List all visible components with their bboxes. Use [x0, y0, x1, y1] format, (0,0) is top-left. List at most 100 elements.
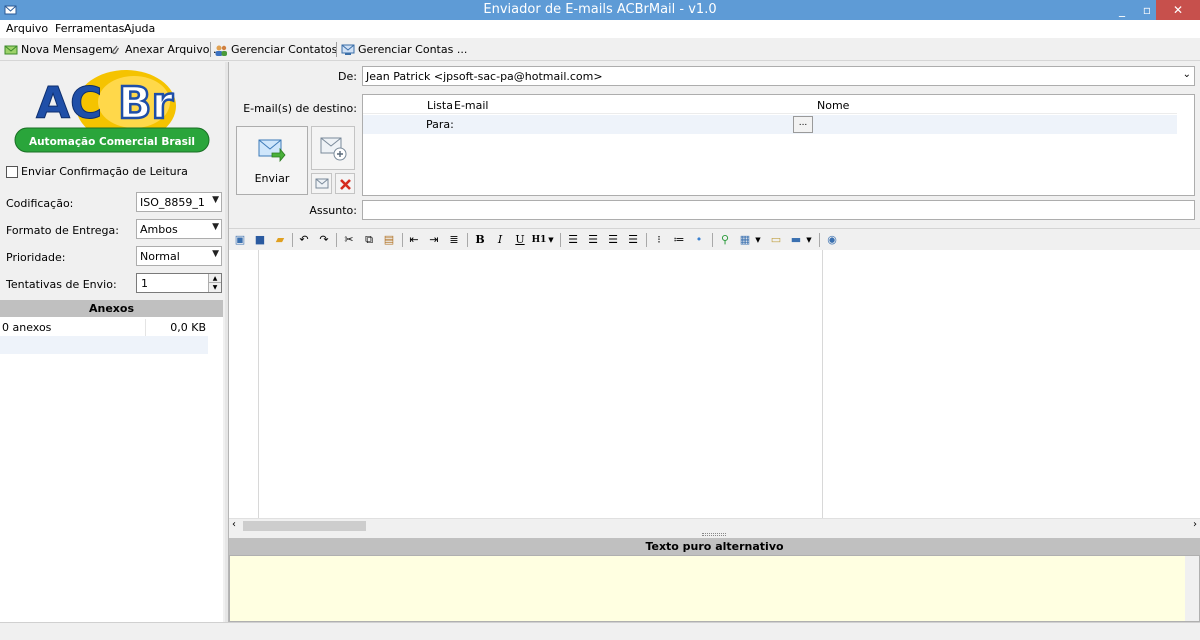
- subject-label: Assunto:: [309, 204, 357, 217]
- read-receipt-checkbox[interactable]: Enviar Confirmação de Leitura: [6, 165, 188, 178]
- link-icon[interactable]: ⚲: [718, 233, 732, 247]
- plain-text-header: Texto puro alternativo: [229, 538, 1200, 555]
- manage-contacts-button[interactable]: Gerenciar Contatos ...: [214, 41, 351, 58]
- align-center-icon[interactable]: ☰: [586, 233, 600, 247]
- cut-icon[interactable]: ✂: [342, 233, 356, 247]
- attempts-spinner[interactable]: 1 ▲ ▼: [136, 273, 222, 293]
- send-button[interactable]: Enviar: [236, 126, 308, 195]
- send-label: Enviar: [254, 172, 290, 185]
- priority-select[interactable]: Normal ▼: [136, 246, 222, 266]
- undo-icon[interactable]: ↶: [297, 233, 311, 247]
- attachments-list[interactable]: 0 anexos 0,0 KB: [0, 317, 223, 622]
- paperclip-icon: [112, 45, 120, 54]
- priority-value: Normal: [140, 250, 180, 263]
- numbered-list-icon[interactable]: ≔: [672, 233, 686, 247]
- scroll-right-icon[interactable]: ›: [1193, 519, 1197, 530]
- image-icon[interactable]: ▭: [769, 233, 783, 247]
- priority-label: Prioridade:: [6, 251, 66, 264]
- copy-icon[interactable]: ⧉: [362, 233, 376, 247]
- from-select[interactable]: Jean Patrick <jpsoft-sac-pa@hotmail.com>…: [362, 66, 1195, 86]
- editor-gutter: [258, 250, 259, 518]
- title-bar: Enviador de E-mails ACBrMail - v1.0 _ ▫ …: [0, 0, 1200, 20]
- italic-button[interactable]: I: [493, 233, 507, 247]
- new-message-button[interactable]: Nova Mensagem: [4, 41, 113, 58]
- spin-up-icon[interactable]: ▲: [208, 274, 221, 283]
- attach-file-label: Anexar Arquivo ...: [125, 43, 224, 56]
- new-mail-icon: [4, 45, 18, 54]
- manage-accounts-button[interactable]: Gerenciar Contas ...: [341, 41, 467, 58]
- bold-button[interactable]: B: [473, 233, 487, 247]
- open-folder-icon[interactable]: ▰: [273, 233, 287, 247]
- contacts-icon: [215, 45, 227, 56]
- from-value: Jean Patrick <jpsoft-sac-pa@hotmail.com>: [366, 70, 603, 83]
- column-list[interactable]: Lista: [427, 99, 453, 112]
- table-row[interactable]: Para: ...: [363, 115, 1177, 134]
- vertical-scrollbar[interactable]: [1185, 556, 1199, 621]
- minimize-button[interactable]: _: [1108, 0, 1136, 20]
- insert-image-icon[interactable]: ▣: [233, 233, 247, 247]
- indent-icon[interactable]: ⇥: [427, 233, 441, 247]
- remove-mail-button[interactable]: [311, 173, 332, 194]
- html-editor[interactable]: [229, 250, 1200, 518]
- toolbar-separator: [210, 42, 211, 57]
- toolbar-separator: [402, 233, 403, 247]
- from-label: De:: [338, 70, 357, 83]
- scroll-left-icon[interactable]: ‹: [232, 519, 236, 530]
- column-name[interactable]: Nome: [817, 99, 849, 112]
- recipients-grid[interactable]: Lista E-mail Nome Para: ...: [362, 94, 1195, 196]
- delete-recipient-button[interactable]: [335, 173, 355, 194]
- splitter-grip[interactable]: [702, 533, 726, 536]
- chevron-down-icon[interactable]: ▼: [754, 233, 762, 247]
- browse-button[interactable]: ...: [793, 116, 813, 133]
- spin-down-icon[interactable]: ▼: [208, 283, 221, 292]
- column-email[interactable]: E-mail: [454, 99, 489, 112]
- plain-text-area[interactable]: [229, 555, 1200, 622]
- toolbar-separator: [560, 233, 561, 247]
- main-toolbar: Nova Mensagem Anexar Arquivo ... Gerenci…: [0, 38, 1200, 61]
- align-right-icon[interactable]: ☰: [606, 233, 620, 247]
- attachment-size: 0,0 KB: [170, 321, 206, 334]
- align-left-icon[interactable]: ☰: [566, 233, 580, 247]
- grid-header: Lista E-mail Nome: [363, 95, 1177, 114]
- align-justify-icon[interactable]: ☰: [626, 233, 640, 247]
- checkbox-box[interactable]: [6, 165, 18, 178]
- menu-ajuda[interactable]: Ajuda: [124, 22, 155, 35]
- format-value: Ambos: [140, 223, 178, 236]
- encoding-value: ISO_8859_1: [140, 196, 205, 209]
- bullet-icon[interactable]: •: [692, 233, 706, 247]
- encoding-select[interactable]: ISO_8859_1 ▼: [136, 192, 222, 212]
- form-icon[interactable]: ▬: [789, 233, 803, 247]
- editor-page-guide: [822, 250, 823, 518]
- paste-icon[interactable]: ▤: [382, 233, 396, 247]
- preview-eye-icon[interactable]: ◉: [825, 233, 839, 247]
- add-mail-icon: [320, 137, 347, 161]
- menu-bar: Arquivo Ferramentas Ajuda: [0, 20, 1200, 38]
- list-item[interactable]: [0, 336, 208, 354]
- attach-file-button[interactable]: Anexar Arquivo ...: [108, 41, 223, 58]
- wrap-icon[interactable]: ≣: [447, 233, 461, 247]
- heading-button[interactable]: H1: [531, 233, 547, 247]
- chevron-down-icon[interactable]: ▼: [805, 233, 813, 247]
- scrollbar-thumb[interactable]: [243, 521, 366, 531]
- format-select[interactable]: Ambos ▼: [136, 219, 222, 239]
- subject-input[interactable]: [362, 200, 1195, 220]
- chevron-down-icon: ▼: [212, 249, 219, 259]
- accounts-icon: [341, 44, 355, 55]
- list-item[interactable]: 0 anexos 0,0 KB: [0, 319, 208, 336]
- redo-icon[interactable]: ↷: [317, 233, 331, 247]
- logo-subtitle: Automação Comercial Brasil: [29, 136, 195, 148]
- outdent-icon[interactable]: ⇤: [407, 233, 421, 247]
- add-recipient-button[interactable]: [311, 126, 355, 170]
- horizontal-scrollbar[interactable]: ‹ ›: [229, 518, 1200, 532]
- underline-button[interactable]: U: [513, 233, 527, 247]
- table-icon[interactable]: ▦: [738, 233, 752, 247]
- menu-arquivo[interactable]: Arquivo: [6, 22, 48, 35]
- save-icon[interactable]: ■: [253, 233, 267, 247]
- menu-ferramentas[interactable]: Ferramentas: [55, 22, 124, 35]
- close-button[interactable]: ✕: [1156, 0, 1200, 20]
- bullet-list-icon[interactable]: ⁝: [652, 233, 666, 247]
- recipient-type[interactable]: Para:: [426, 118, 454, 131]
- toolbar-separator: [292, 233, 293, 247]
- chevron-down-icon[interactable]: ▼: [547, 233, 555, 247]
- attachment-count: 0 anexos: [2, 321, 52, 334]
